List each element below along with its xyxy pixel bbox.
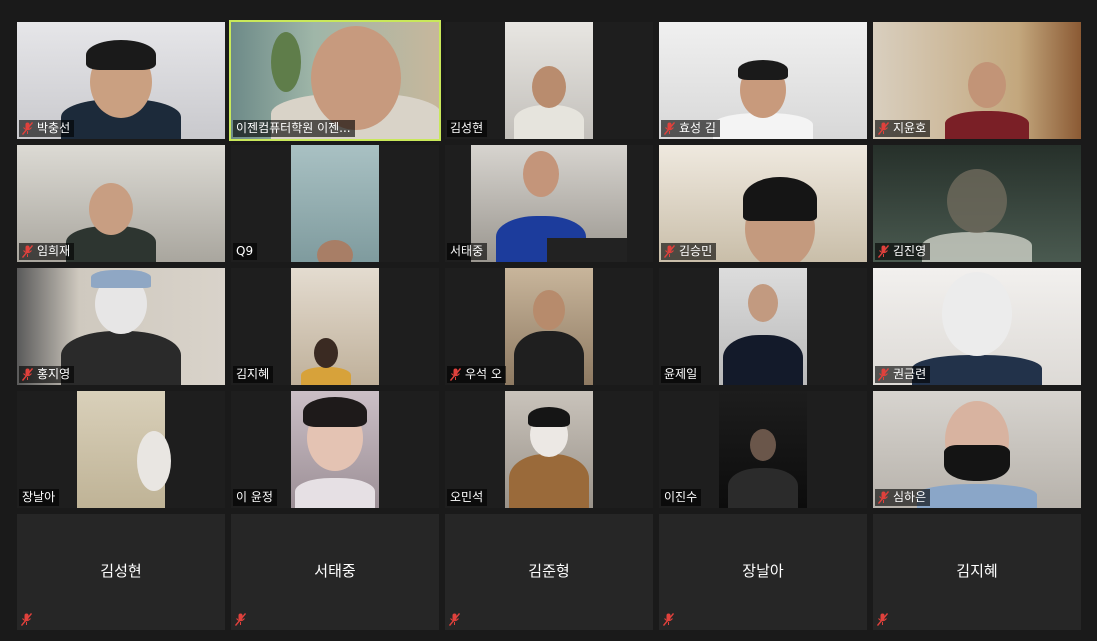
video-off-tile[interactable]: 장날아 [659,514,867,630]
participant-name: 권금련 [893,367,927,381]
participant-video [471,145,627,262]
participant-name-label: 권금련 [875,366,931,383]
participant-name: 김준형 [528,562,570,580]
participant-name: 우석 오 [465,367,502,381]
participant-name: 이진수 [664,490,698,504]
video-off-tile[interactable]: 서태중 [231,514,439,630]
participant-name: 임희재 [37,244,71,258]
participant-video [505,391,593,508]
participant-name: 김지혜 [956,562,998,580]
video-tile[interactable]: 홍지영 [17,268,225,385]
participant-video [291,145,379,262]
participant-name-label: 이진수 [661,489,702,506]
participant-name: 서태중 [450,244,484,258]
video-tile[interactable]: 임희재 [17,145,225,262]
muted-mic-icon [664,122,675,135]
participant-name-label: 김진영 [875,243,931,260]
participant-name: 장날아 [22,490,56,504]
participant-name: Q9 [236,244,254,258]
participant-name-label: 윤제일 [661,366,702,383]
muted-mic-icon [22,368,33,381]
participant-name: 장날아 [742,562,784,580]
muted-mic-icon [21,613,32,626]
participant-name: 윤제일 [664,367,698,381]
video-tile[interactable]: 이진수 [659,391,867,508]
video-tile[interactable]: 박충선 [17,22,225,139]
participant-name: 김승민 [679,244,713,258]
video-tile[interactable]: 지윤호 [873,22,1081,139]
video-tile[interactable]: 권금련 [873,268,1081,385]
video-tile[interactable]: Q9 [231,145,439,262]
muted-mic-icon [878,122,889,135]
video-tile[interactable]: 김승민 [659,145,867,262]
participant-video [291,391,379,508]
participant-name: 이 윤정 [236,490,273,504]
participant-name: 오민석 [450,490,484,504]
participant-name-label: 김승민 [661,243,717,260]
participant-name-label: 김지혜 [233,366,274,383]
video-tile-active-speaker[interactable]: 이젠컴퓨터학원 이젠... [229,20,441,141]
video-tile[interactable]: 효성 김 [659,22,867,139]
participant-name-label: 박충선 [19,120,75,137]
participant-name: 홍지영 [37,367,71,381]
participant-video [505,268,593,385]
participant-name-label: 오민석 [447,489,488,506]
participant-name: 이젠컴퓨터학원 이젠... [236,121,351,135]
participant-name: 서태중 [314,562,356,580]
participant-name-label: 홍지영 [19,366,75,383]
muted-mic-icon [450,368,461,381]
participant-video [77,391,172,508]
participant-video [291,268,379,385]
participant-name: 김성현 [100,562,142,580]
video-off-tile[interactable]: 김지혜 [873,514,1081,630]
video-tile[interactable]: 우석 오 [445,268,653,385]
muted-mic-icon [449,613,460,626]
muted-mic-icon [663,613,674,626]
video-tile[interactable]: 김진영 [873,145,1081,262]
video-off-tile[interactable]: 김준형 [445,514,653,630]
muted-mic-icon [878,491,889,504]
muted-mic-icon [22,245,33,258]
participant-video [719,391,807,508]
participant-name: 심하은 [893,490,927,504]
participant-name: 효성 김 [679,121,716,135]
participant-name-label: 서태중 [447,243,488,260]
video-off-tile[interactable]: 김성현 [17,514,225,630]
participant-name: 김지혜 [236,367,270,381]
muted-mic-icon [878,368,889,381]
video-tile[interactable]: 서태중 [445,145,653,262]
video-tile[interactable]: 윤제일 [659,268,867,385]
participant-name: 김진영 [893,244,927,258]
muted-mic-icon [664,245,675,258]
participant-name: 지윤호 [893,121,927,135]
video-tile[interactable]: 이 윤정 [231,391,439,508]
participant-name: 김성현 [450,121,484,135]
participant-video [719,268,807,385]
participant-name-label: 효성 김 [661,120,720,137]
participant-name-label: 이젠컴퓨터학원 이젠... [233,120,355,137]
muted-mic-icon [22,122,33,135]
participant-name: 박충선 [37,121,71,135]
muted-mic-icon [877,613,888,626]
video-tile[interactable]: 심하은 [873,391,1081,508]
video-tile[interactable]: 장날아 [17,391,225,508]
muted-mic-icon [235,613,246,626]
participant-video [505,22,593,139]
participant-name-label: 지윤호 [875,120,931,137]
participant-name-label: 이 윤정 [233,489,277,506]
video-tile[interactable]: 김성현 [445,22,653,139]
participant-name-label: Q9 [233,243,258,260]
gallery-grid: 박충선 이젠컴퓨터학원 이젠... 김성현 효성 김 지윤호 임희재 Q9 서태… [17,20,1081,630]
participant-name-label: 김성현 [447,120,488,137]
participant-name-label: 심하은 [875,489,931,506]
muted-mic-icon [878,245,889,258]
participant-name-label: 우석 오 [447,366,506,383]
video-tile[interactable]: 오민석 [445,391,653,508]
video-tile[interactable]: 김지혜 [231,268,439,385]
participant-name-label: 장날아 [19,489,60,506]
participant-name-label: 임희재 [19,243,75,260]
